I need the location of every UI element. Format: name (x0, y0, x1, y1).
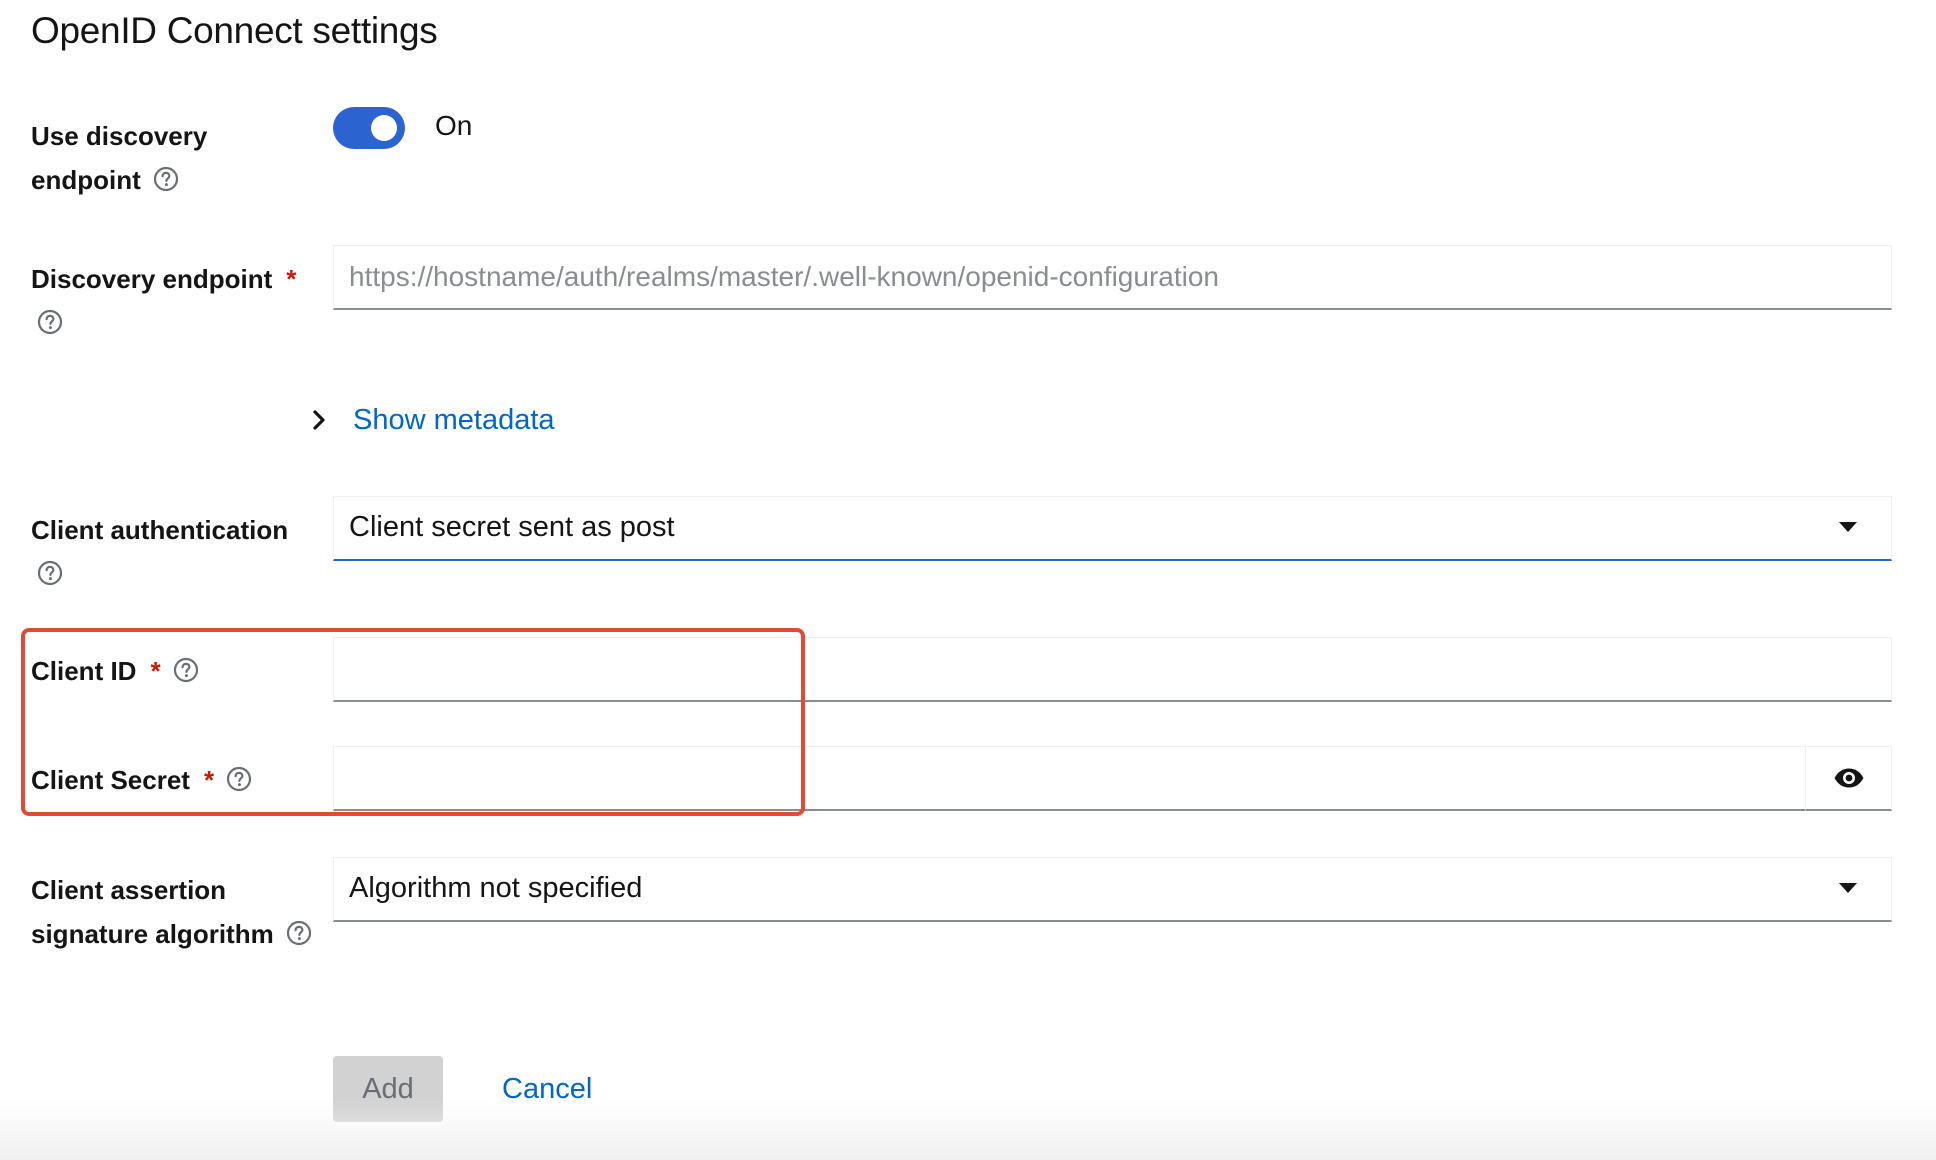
eye-icon (1834, 768, 1863, 788)
bottom-fade (0, 1100, 1936, 1160)
discovery-endpoint-help-row (31, 301, 296, 345)
chevron-right-icon (313, 410, 325, 430)
client-secret-input[interactable] (333, 746, 1806, 811)
client-id-label: Client ID * (31, 649, 199, 693)
discovery-endpoint-label: Discovery endpoint * (31, 257, 296, 345)
use-discovery-endpoint-toggle[interactable] (333, 107, 405, 149)
question-circle-icon[interactable] (173, 657, 199, 683)
client-id-label-text: Client ID (31, 656, 137, 686)
question-circle-icon[interactable] (153, 166, 179, 192)
client-secret-label-text: Client Secret (31, 765, 190, 795)
client-authentication-label: Client authentication (31, 508, 288, 596)
client-authentication-help-row (31, 552, 288, 596)
toggle-knob (371, 115, 397, 141)
question-circle-icon[interactable] (37, 560, 63, 586)
use-discovery-label-line2-text: endpoint (31, 165, 141, 195)
required-indicator: * (150, 656, 161, 686)
client-authentication-select[interactable]: Client secret sent as post (333, 496, 1892, 561)
client-assertion-label-line1: Client assertion (31, 875, 227, 905)
question-circle-icon[interactable] (286, 920, 312, 946)
client-assertion-selected-value: Algorithm not specified (349, 872, 643, 904)
client-assertion-label-line2-text: signature algorithm (31, 919, 274, 949)
discovery-endpoint-input[interactable] (333, 245, 1892, 310)
question-circle-icon[interactable] (37, 309, 63, 335)
show-metadata-toggle[interactable]: Show metadata (307, 400, 555, 440)
openid-connect-settings-page: OpenID Connect settings Use discovery en… (0, 0, 1936, 1160)
caret-down-icon (1839, 883, 1857, 893)
client-authentication-selected-value: Client secret sent as post (349, 511, 675, 543)
use-discovery-label-line1: Use discovery (31, 121, 208, 151)
section-title: OpenID Connect settings (31, 10, 438, 51)
show-secret-button[interactable] (1805, 746, 1892, 811)
toggle-state-label: On (435, 110, 473, 141)
required-indicator: * (286, 264, 297, 294)
client-secret-field-group (333, 746, 1892, 811)
client-authentication-label-text: Client authentication (31, 515, 289, 545)
question-circle-icon[interactable] (226, 766, 252, 792)
client-id-input[interactable] (333, 637, 1892, 702)
discovery-endpoint-label-row: Discovery endpoint * (31, 257, 296, 301)
client-assertion-label-line2: signature algorithm (31, 912, 312, 956)
use-discovery-endpoint-label: Use discovery endpoint (31, 114, 207, 202)
use-discovery-label-line2: endpoint (31, 158, 207, 202)
client-secret-label: Client Secret * (31, 758, 252, 802)
client-assertion-algorithm-select[interactable]: Algorithm not specified (333, 857, 1892, 922)
discovery-endpoint-label-text: Discovery endpoint (31, 264, 273, 294)
client-assertion-label: Client assertion signature algorithm (31, 868, 312, 956)
caret-down-icon (1839, 522, 1857, 532)
required-indicator: * (203, 765, 215, 795)
show-metadata-label: Show metadata (353, 403, 555, 436)
